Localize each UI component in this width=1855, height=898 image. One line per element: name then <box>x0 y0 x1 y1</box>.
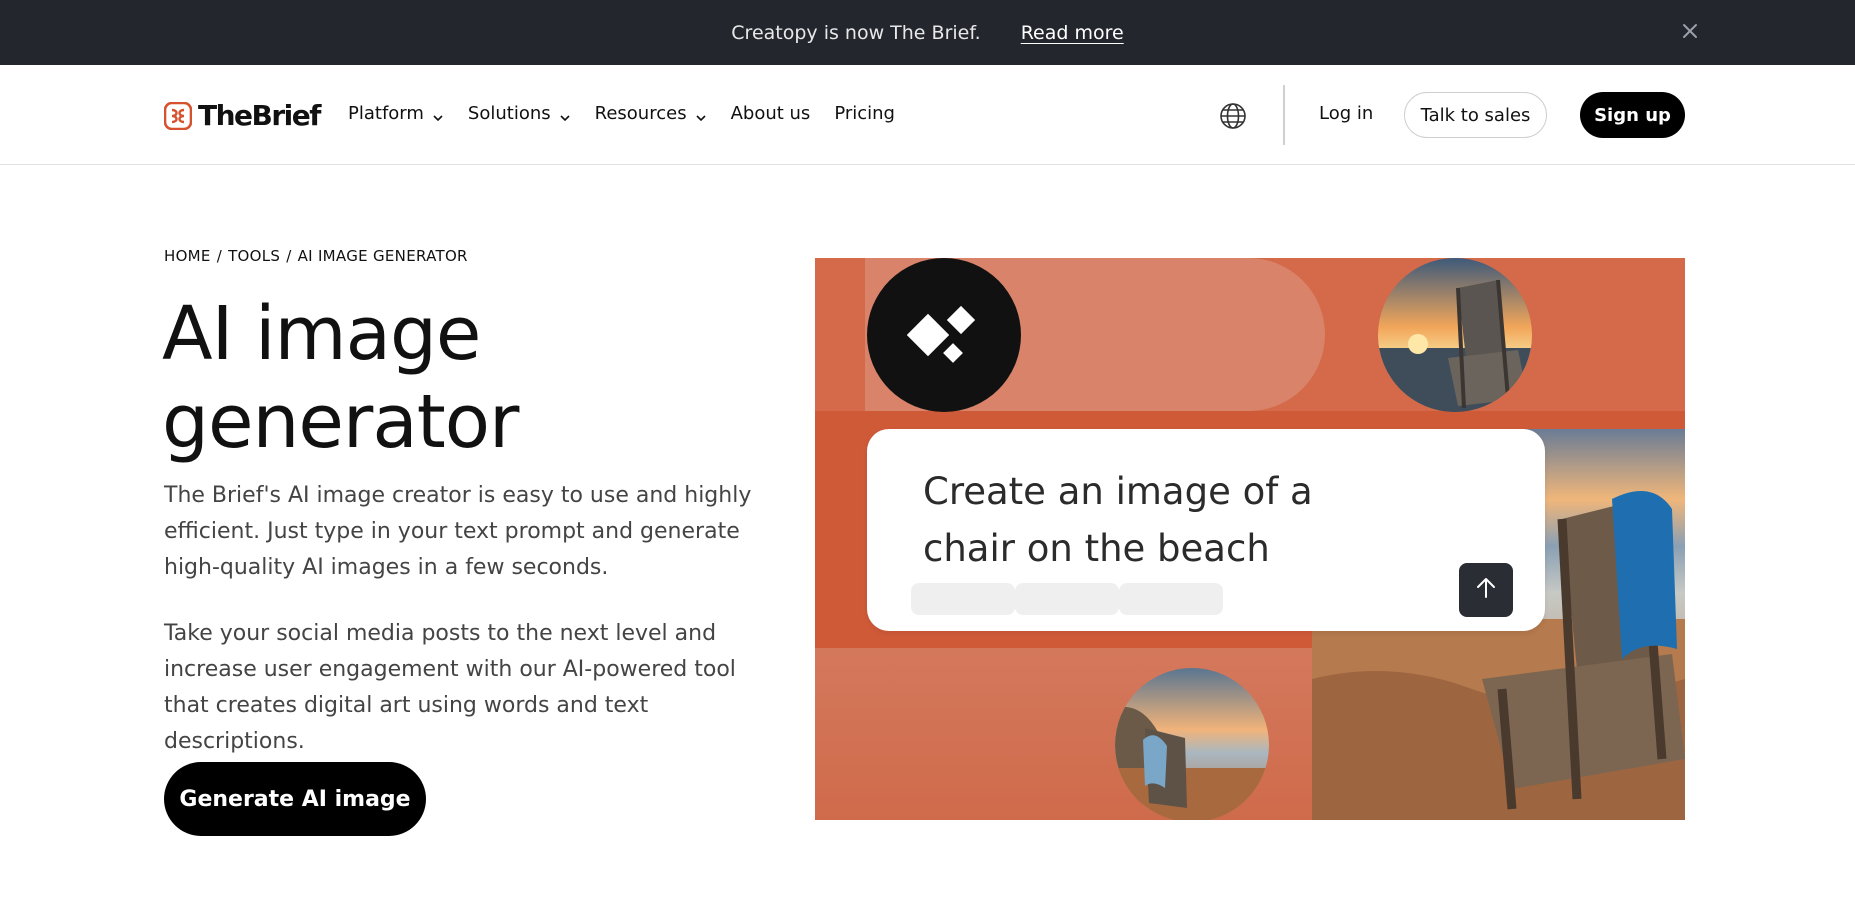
chevron-down-icon <box>432 108 444 121</box>
nav-item-about-us[interactable]: About us <box>731 103 811 124</box>
breadcrumb-tools[interactable]: TOOLS <box>228 247 280 265</box>
nav-item-solutions[interactable]: Solutions <box>468 103 571 124</box>
breadcrumb-separator: / <box>216 247 223 265</box>
prompt-chip-placeholder <box>911 583 1015 615</box>
breadcrumb-separator: / <box>286 247 292 265</box>
chevron-down-icon <box>559 108 571 121</box>
beach-chair-photo-sunset <box>1378 258 1532 412</box>
nav-label: Solutions <box>467 103 551 124</box>
brand-logo[interactable]: TheBrief <box>163 99 321 132</box>
close-icon[interactable] <box>1675 16 1705 46</box>
brand-wordmark: TheBrief <box>198 99 321 132</box>
prompt-card: Create an image of a chair on the beach <box>867 429 1545 631</box>
arrow-up-icon <box>1473 575 1499 605</box>
beach-chair-photo-dunes <box>1115 668 1269 820</box>
talk-to-sales-button[interactable]: Talk to sales <box>1404 92 1547 138</box>
prompt-chip-placeholder <box>1015 583 1119 615</box>
send-prompt-button[interactable] <box>1459 563 1513 617</box>
nav-label: About us <box>730 103 811 124</box>
site-header: TheBrief Platform Solutions Resources Ab… <box>0 65 1855 165</box>
announcement-bar: Creatopy is now The Brief. Read more <box>0 0 1855 65</box>
prompt-chip-placeholder <box>1119 583 1223 615</box>
page-title: AI image generator <box>162 291 519 465</box>
breadcrumb-home[interactable]: HOME <box>164 247 211 265</box>
breadcrumb-current: AI IMAGE GENERATOR <box>297 247 468 265</box>
nav-label: Platform <box>348 103 424 124</box>
prompt-text: Create an image of a chair on the beach <box>923 470 1313 570</box>
login-link[interactable]: Log in <box>1319 103 1373 124</box>
breadcrumb: HOME / TOOLS / AI IMAGE GENERATOR <box>164 247 468 265</box>
nav-item-platform[interactable]: Platform <box>348 103 444 124</box>
signup-button[interactable]: Sign up <box>1580 92 1685 138</box>
ai-logo-icon <box>867 258 1021 412</box>
announcement-text: Creatopy is now The Brief. <box>731 21 981 44</box>
hero-illustration: Create an image of a chair on the beach <box>815 258 1685 820</box>
main-nav: Platform Solutions Resources About us Pr… <box>348 103 895 124</box>
nav-label: Resources <box>594 103 687 124</box>
chevron-down-icon <box>695 108 707 121</box>
nav-item-pricing[interactable]: Pricing <box>834 103 895 124</box>
brief-logo-icon <box>163 101 193 130</box>
hero-paragraph-2: Take your social media posts to the next… <box>164 621 736 754</box>
nav-label: Pricing <box>834 103 895 124</box>
hero-paragraph-1: The Brief's AI image creator is easy to … <box>164 483 752 580</box>
header-divider <box>1283 85 1285 145</box>
globe-icon[interactable] <box>1218 101 1248 131</box>
nav-item-resources[interactable]: Resources <box>595 103 707 124</box>
generate-ai-image-button[interactable]: Generate AI image <box>164 762 426 836</box>
announcement-read-more-link[interactable]: Read more <box>1021 22 1124 44</box>
